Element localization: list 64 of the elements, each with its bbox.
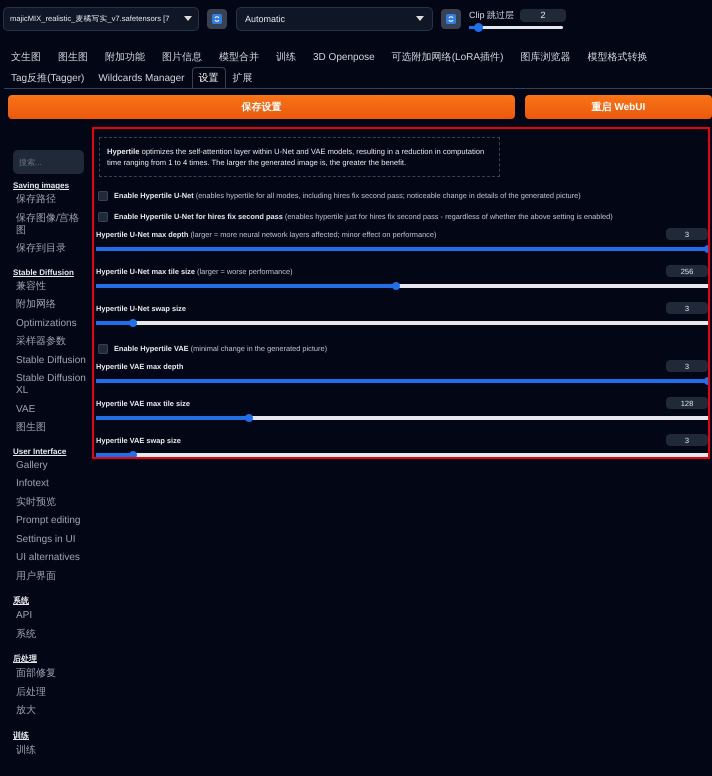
clip-skip-input[interactable]: 2 bbox=[520, 8, 566, 22]
clip-skip-slider[interactable] bbox=[469, 26, 563, 28]
caret-icon bbox=[416, 16, 424, 21]
tab[interactable]: 图库浏览器 bbox=[513, 46, 580, 67]
sidebar-item[interactable]: 实时预览 bbox=[13, 496, 86, 508]
sidebar-item[interactable]: Infotext bbox=[13, 478, 86, 490]
sidebar-item[interactable]: 附加网络 bbox=[13, 299, 86, 311]
sidebar-item[interactable]: 采样器参数 bbox=[13, 336, 86, 348]
refresh-button[interactable] bbox=[441, 8, 461, 28]
sidebar-item[interactable]: Optimizations bbox=[13, 318, 86, 330]
tab[interactable]: Tag反推(Tagger) bbox=[4, 67, 92, 88]
section-heading[interactable]: Stable Diffusion bbox=[13, 268, 91, 276]
slider[interactable] bbox=[96, 284, 708, 288]
caret-icon bbox=[184, 16, 192, 21]
section-heading[interactable]: 训练 bbox=[13, 730, 91, 740]
sidebar-item[interactable]: UI alternatives bbox=[13, 552, 86, 564]
sidebar-item[interactable]: Prompt editing bbox=[13, 515, 86, 527]
slider[interactable] bbox=[96, 416, 708, 420]
refresh-icon bbox=[212, 14, 222, 24]
sidebar-item[interactable]: 用户界面 bbox=[13, 570, 86, 582]
refresh-button[interactable] bbox=[207, 8, 227, 28]
tab[interactable]: 模型格式转换 bbox=[580, 46, 658, 67]
sidebar-item[interactable]: 图生图 bbox=[13, 422, 86, 434]
tab[interactable]: 可选附加网络(LoRA插件) bbox=[384, 46, 514, 67]
slider[interactable] bbox=[96, 247, 708, 251]
clip-skip-label: Clip 跳过层 bbox=[469, 8, 514, 22]
tab[interactable]: 附加功能 bbox=[98, 46, 155, 67]
section-heading[interactable]: Saving images bbox=[13, 181, 91, 190]
search-field[interactable]: 搜索... bbox=[13, 150, 84, 174]
tab[interactable]: Wildcards Manager bbox=[91, 67, 192, 88]
tab[interactable]: 文生图 bbox=[4, 46, 51, 67]
tab[interactable]: 模型合并 bbox=[212, 46, 269, 67]
tab[interactable]: 图片信息 bbox=[155, 46, 212, 67]
checkbox[interactable] bbox=[98, 212, 108, 222]
tab[interactable]: 图生图 bbox=[51, 46, 98, 67]
refresh-icon bbox=[446, 14, 456, 24]
sidebar-item[interactable]: Stable Diffusion bbox=[13, 354, 86, 366]
tab[interactable]: 3D Openpose bbox=[306, 46, 385, 67]
sidebar-item[interactable]: Gallery bbox=[13, 460, 86, 472]
sidebar-item[interactable]: VAE bbox=[13, 404, 86, 416]
section-heading[interactable]: User Interface bbox=[13, 446, 91, 456]
sidebar-item[interactable]: 面部修复 bbox=[13, 668, 86, 680]
slider[interactable] bbox=[96, 321, 708, 325]
slider[interactable] bbox=[96, 379, 708, 383]
sidebar-item[interactable]: 保存路径 bbox=[13, 194, 86, 206]
sidebar-item[interactable]: API bbox=[13, 610, 86, 622]
tab[interactable]: 训练 bbox=[269, 46, 306, 67]
sidebar-item[interactable]: 兼容性 bbox=[13, 280, 86, 292]
section-heading[interactable]: 系统 bbox=[13, 595, 91, 606]
sidebar-item[interactable]: 训练 bbox=[13, 744, 86, 756]
checkbox[interactable] bbox=[98, 190, 108, 200]
checkbox[interactable] bbox=[98, 344, 108, 354]
sidebar-item[interactable]: 后处理 bbox=[13, 686, 86, 698]
tab[interactable]: 设置 bbox=[192, 67, 226, 88]
sidebar-item[interactable]: 保存图像/宫格图 bbox=[13, 212, 86, 236]
section-heading[interactable]: 后处理 bbox=[13, 653, 91, 664]
vae-dropdown[interactable]: Automatic bbox=[236, 6, 433, 30]
sidebar-item[interactable]: Settings in UI bbox=[13, 534, 86, 546]
sidebar-item[interactable]: 系统 bbox=[13, 628, 86, 640]
slider[interactable] bbox=[96, 453, 708, 457]
sidebar-item[interactable]: 保存到目录 bbox=[13, 243, 86, 255]
sidebar-item[interactable]: Stable Diffusion XL bbox=[13, 373, 86, 397]
tab[interactable]: 扩展 bbox=[226, 67, 260, 88]
sidebar-item[interactable]: 放大 bbox=[13, 705, 86, 717]
